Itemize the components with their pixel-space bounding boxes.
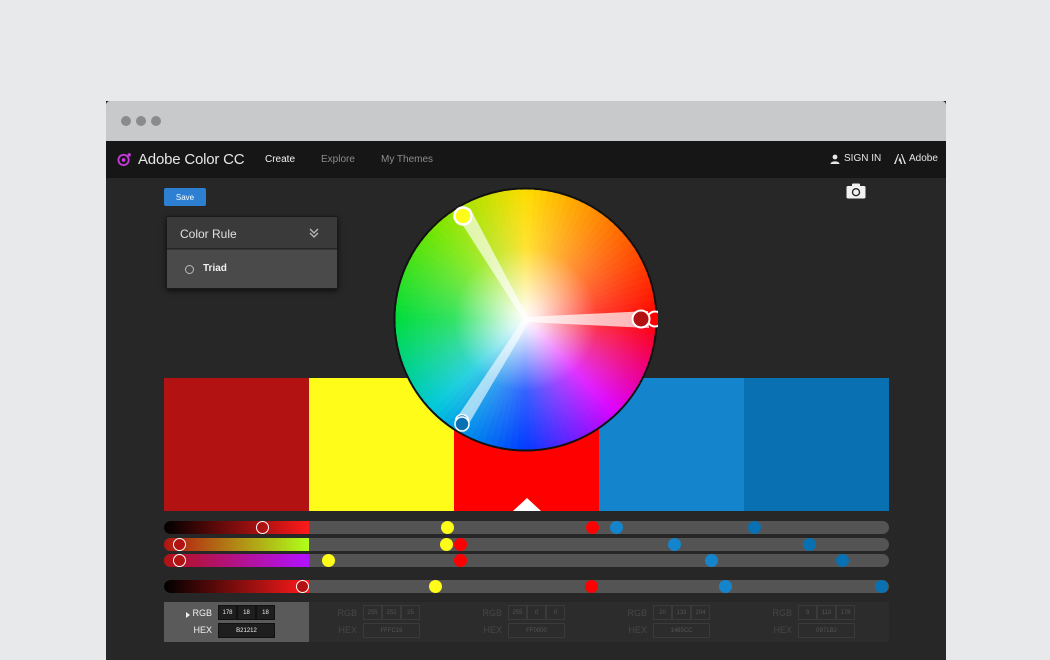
slider-dot-yellow[interactable] xyxy=(429,580,442,593)
rgb-g-input[interactable]: 133 xyxy=(672,605,691,620)
slider-dot-dark-blue[interactable] xyxy=(803,538,816,551)
adobe-label: Adobe xyxy=(909,153,938,164)
slider-dot-red[interactable] xyxy=(454,538,467,551)
rgb-r-input[interactable]: 9 xyxy=(798,605,817,620)
slider-dot-red[interactable] xyxy=(586,521,599,534)
color-rule-panel: Color Rule Triad xyxy=(166,216,338,289)
top-navbar: Adobe Color CC Create Explore My Themes … xyxy=(106,141,946,178)
rgb-label: RGB xyxy=(772,608,792,618)
slider-master-brightness-track[interactable] xyxy=(164,580,889,593)
slider-dot-blue[interactable] xyxy=(668,538,681,551)
slider-dot-dark-blue[interactable] xyxy=(875,580,888,593)
hex-label: HEX xyxy=(193,625,212,635)
adobe-logo-icon xyxy=(894,153,906,164)
nav-my-themes[interactable]: My Themes xyxy=(381,154,433,165)
slider-dot-yellow[interactable] xyxy=(322,554,335,567)
slider-dot-blue[interactable] xyxy=(719,580,732,593)
slider-knob[interactable] xyxy=(296,580,309,593)
rgb-g-input[interactable]: 113 xyxy=(817,605,836,620)
save-button[interactable]: Save xyxy=(164,188,206,206)
slider-green-track[interactable] xyxy=(164,538,889,551)
slider-dot-yellow[interactable] xyxy=(440,538,453,551)
rgb-label: RGB xyxy=(192,608,212,618)
slider-dot-dark-blue[interactable] xyxy=(748,521,761,534)
slider-dot-yellow[interactable] xyxy=(441,521,454,534)
sign-in-link[interactable]: SIGN IN xyxy=(830,153,881,164)
radio-icon[interactable] xyxy=(185,265,194,274)
color-rule-title: Color Rule xyxy=(180,227,237,241)
color-values-column[interactable]: RGB 9 113 178 HEX 0971B2 xyxy=(744,602,889,642)
hex-label: HEX xyxy=(773,625,792,635)
rgb-b-input[interactable]: 0 xyxy=(546,605,565,620)
user-icon xyxy=(830,154,840,164)
slider-dot-dark-blue[interactable] xyxy=(836,554,849,567)
slider-dot-blue[interactable] xyxy=(610,521,623,534)
window-titlebar xyxy=(106,101,946,141)
rgb-label: RGB xyxy=(482,608,502,618)
app-brand[interactable]: Adobe Color CC xyxy=(138,151,245,168)
slider-blue-track[interactable] xyxy=(164,554,889,567)
window-dot-icon[interactable] xyxy=(151,116,161,126)
hex-label: HEX xyxy=(338,625,357,635)
color-values-column[interactable]: RGB 20 133 204 HEX 1485CC xyxy=(599,602,744,642)
hex-label: HEX xyxy=(483,625,502,635)
slider-dot-red[interactable] xyxy=(454,554,467,567)
nav-create[interactable]: Create xyxy=(265,154,295,165)
sign-in-label: SIGN IN xyxy=(844,153,882,164)
rgb-b-input[interactable]: 178 xyxy=(836,605,855,620)
window-dot-icon[interactable] xyxy=(136,116,146,126)
slider-dot-blue[interactable] xyxy=(705,554,718,567)
wheel-handle-dark-blue[interactable] xyxy=(454,416,470,432)
rgb-label: RGB xyxy=(337,608,357,618)
hex-input[interactable]: 0971B2 xyxy=(798,623,855,638)
nav-explore[interactable]: Explore xyxy=(321,154,355,165)
color-rule-option-triad[interactable]: Triad xyxy=(167,250,337,288)
hex-input[interactable]: 1485CC xyxy=(653,623,710,638)
wheel-handle-dark-red[interactable] xyxy=(631,309,651,329)
main-content: Save Color Rule Triad RGB 178 18 18 HEX … xyxy=(106,178,946,660)
window-dot-icon[interactable] xyxy=(121,116,131,126)
camera-icon[interactable] xyxy=(846,183,866,199)
color-swatch[interactable] xyxy=(744,378,889,511)
rgb-b-input[interactable]: 25 xyxy=(401,605,420,620)
chevron-down-icon[interactable] xyxy=(308,227,320,239)
rgb-label: RGB xyxy=(627,608,647,618)
rgb-r-input[interactable]: 20 xyxy=(653,605,672,620)
color-values-column[interactable]: RGB 255 252 25 HEX FFFC19 xyxy=(309,602,454,642)
slider-brightness-track[interactable] xyxy=(164,521,889,534)
color-rule-header[interactable]: Color Rule xyxy=(167,217,337,249)
wheel-handle-yellow[interactable] xyxy=(453,206,473,226)
base-color-marker-icon xyxy=(513,498,541,511)
rgb-r-input[interactable]: 255 xyxy=(508,605,527,620)
color-values-column[interactable]: RGB 255 0 0 HEX FF0000 xyxy=(454,602,599,642)
hex-label: HEX xyxy=(628,625,647,635)
slider-knob[interactable] xyxy=(173,554,186,567)
slider-knob[interactable] xyxy=(256,521,269,534)
hex-input[interactable]: FFFC19 xyxy=(363,623,420,638)
color-swatch[interactable] xyxy=(164,378,309,511)
rgb-r-input[interactable]: 178 xyxy=(218,605,237,620)
rgb-b-input[interactable]: 18 xyxy=(256,605,275,620)
slider-knob[interactable] xyxy=(173,538,186,551)
adobe-color-logo-icon[interactable] xyxy=(117,152,132,167)
hex-input[interactable]: FF0000 xyxy=(508,623,565,638)
browser-window: Adobe Color CC Create Explore My Themes … xyxy=(106,101,946,660)
adobe-link[interactable]: Adobe xyxy=(894,153,938,164)
color-wheel[interactable] xyxy=(393,187,664,452)
rgb-r-input[interactable]: 255 xyxy=(363,605,382,620)
color-rule-option-label: Triad xyxy=(203,263,227,274)
slider-dot-red[interactable] xyxy=(585,580,598,593)
hex-input[interactable]: B21212 xyxy=(218,623,275,638)
rgb-g-input[interactable]: 18 xyxy=(237,605,256,620)
rgb-g-input[interactable]: 252 xyxy=(382,605,401,620)
color-values-panel: RGB 178 18 18 HEX B21212 RGB 255 252 25 … xyxy=(164,602,889,642)
rgb-g-input[interactable]: 0 xyxy=(527,605,546,620)
color-values-column[interactable]: RGB 178 18 18 HEX B21212 xyxy=(164,602,309,642)
rgb-b-input[interactable]: 204 xyxy=(691,605,710,620)
